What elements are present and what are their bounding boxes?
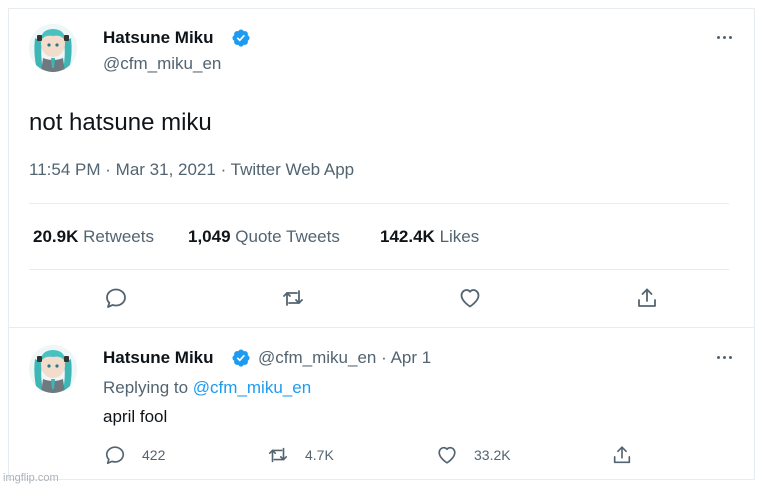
retweets-label: Retweets <box>83 227 154 246</box>
tweet-time[interactable]: 11:54 PM <box>29 160 101 179</box>
divider <box>29 269 729 270</box>
reply-date[interactable]: Apr 1 <box>391 348 432 367</box>
retweet-icon[interactable] <box>267 444 289 466</box>
retweet-icon[interactable] <box>281 286 305 310</box>
divider <box>29 203 729 204</box>
likes-label: Likes <box>439 227 480 246</box>
tweet-text: not hatsune miku <box>29 109 212 136</box>
like-icon[interactable] <box>436 444 458 466</box>
retweet-count: 4.7K <box>305 447 334 463</box>
reply-reply-action[interactable]: 422 <box>104 444 165 466</box>
author-avatar[interactable] <box>29 24 77 72</box>
meta-separator: · <box>381 348 387 367</box>
tweet-meta: 11:54 PM · Mar 31, 2021 · Twitter Web Ap… <box>29 160 354 180</box>
meta-separator: · <box>220 160 227 179</box>
more-options-icon[interactable] <box>712 27 736 47</box>
likes-count: 142.4K <box>380 227 435 246</box>
reply-author-handle[interactable]: @cfm_miku_en <box>258 348 376 367</box>
verified-badge-icon <box>232 29 250 47</box>
reply-count: 422 <box>142 447 166 463</box>
quote-tweets-stat[interactable]: 1,049 Quote Tweets <box>188 227 340 247</box>
replying-to: Replying to @cfm_miku_en <box>103 378 311 398</box>
reply-icon[interactable] <box>104 286 128 310</box>
reply-share-action[interactable] <box>611 444 633 466</box>
author-name[interactable]: Hatsune Miku <box>103 28 214 48</box>
tweet-source[interactable]: Twitter Web App <box>231 160 354 179</box>
reply-more-options-icon[interactable] <box>712 347 736 367</box>
quotes-label: Quote Tweets <box>235 227 340 246</box>
reply-author-name[interactable]: Hatsune Miku <box>103 348 214 368</box>
divider <box>8 327 755 328</box>
reply-like-action[interactable]: 33.2K <box>436 444 511 466</box>
watermark: imgflip.com <box>3 472 59 484</box>
reply-icon[interactable] <box>104 444 126 466</box>
replying-to-label: Replying to <box>103 378 189 397</box>
quotes-count: 1,049 <box>188 227 231 246</box>
share-icon[interactable] <box>611 444 633 466</box>
retweets-count: 20.9K <box>33 227 79 246</box>
miku-avatar-icon <box>29 345 77 393</box>
reply-retweet-action[interactable]: 4.7K <box>267 444 334 466</box>
author-handle[interactable]: @cfm_miku_en <box>103 54 221 74</box>
reply-text: april fool <box>103 407 168 426</box>
likes-stat[interactable]: 142.4K Likes <box>380 227 479 247</box>
miku-avatar-icon <box>29 24 77 72</box>
verified-badge-icon <box>232 349 250 367</box>
reply-author-avatar[interactable] <box>29 345 77 393</box>
share-icon[interactable] <box>635 286 659 310</box>
replying-to-mention[interactable]: @cfm_miku_en <box>193 378 311 397</box>
reply-handle-date: @cfm_miku_en · Apr 1 <box>258 348 431 368</box>
like-count: 33.2K <box>474 447 511 463</box>
retweets-stat[interactable]: 20.9K Retweets <box>33 227 154 247</box>
like-icon[interactable] <box>458 286 482 310</box>
meta-separator: · <box>105 160 111 179</box>
tweet-date[interactable]: Mar 31, 2021 <box>116 160 216 179</box>
